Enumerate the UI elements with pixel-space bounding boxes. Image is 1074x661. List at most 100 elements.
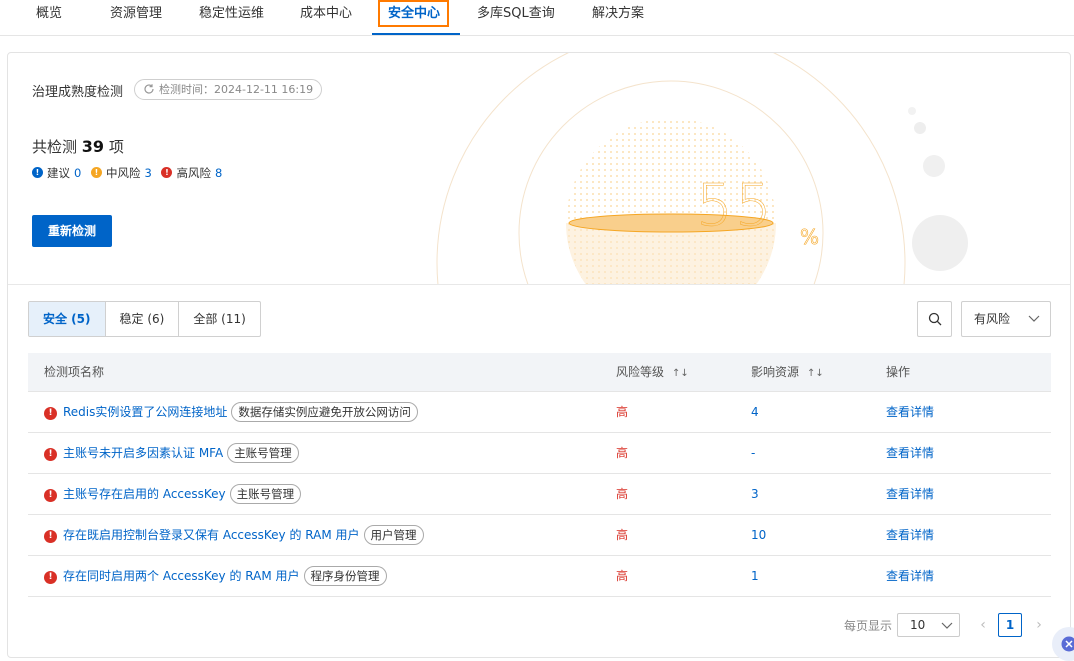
check-item-cell: ! Redis实例设置了公网连接地址 数据存储实例应避免开放公网访问 [44, 392, 418, 432]
check-item-cell: ! 主账号存在启用的 AccessKey 主账号管理 [44, 474, 302, 514]
governance-card: 55 % 治理成熟度检测 检测时间：2024-12-11 16:19 共检测 3… [7, 52, 1071, 658]
chevron-right-icon: › [1036, 617, 1042, 633]
view-details-link[interactable]: 查看详情 [886, 515, 934, 555]
tab-solutions[interactable]: 解决方案 [592, 0, 644, 36]
category-tag: 用户管理 [363, 525, 424, 545]
risk-suggestion: ! 建议 0 [32, 165, 81, 181]
view-details-link[interactable]: 查看详情 [886, 392, 934, 432]
total-checks: 共检测 39 项 [32, 136, 124, 157]
table-row: ! Redis实例设置了公网连接地址 数据存储实例应避免开放公网访问 高 4 查… [28, 392, 1051, 433]
filter-all[interactable]: 全部 (11) [179, 302, 259, 336]
risk-level: 高 [616, 569, 629, 583]
check-time-text: 检测时间：2024-12-11 16:19 [159, 83, 314, 96]
maturity-summary: 55 % 治理成熟度检测 检测时间：2024-12-11 16:19 共检测 3… [8, 53, 1070, 285]
high-risk-icon: ! [44, 447, 57, 461]
high-risk-icon: ! [44, 488, 57, 502]
check-item-cell: ! 主账号未开启多因素认证 MFA 主账号管理 [44, 433, 299, 473]
affected-resources-link[interactable]: 10 [751, 515, 766, 555]
tab-resource-management[interactable]: 资源管理 [110, 0, 162, 36]
active-tab-underline [372, 33, 460, 35]
alert-icon: ! [161, 167, 173, 178]
maturity-score-unit: % [800, 225, 820, 250]
tab-multi-db-sql[interactable]: 多库SQL查询 [477, 0, 555, 36]
category-tag: 数据存储实例应避免开放公网访问 [231, 402, 418, 422]
recheck-button[interactable]: 重新检测 [32, 215, 112, 247]
active-tab-highlight [378, 0, 449, 27]
high-risk-icon: ! [44, 570, 57, 584]
affected-resources-link[interactable]: - [751, 433, 755, 473]
category-tag: 主账号管理 [227, 443, 299, 463]
next-page-button[interactable]: › [1030, 613, 1048, 637]
risk-suggestion-count: 0 [74, 165, 82, 180]
page-size-value: 10 [910, 618, 926, 632]
risk-level: 高 [616, 446, 629, 460]
column-header-name: 检测项名称 [44, 365, 105, 379]
tab-cost-center[interactable]: 成本中心 [300, 0, 352, 36]
affected-resources-link[interactable]: 4 [751, 392, 759, 432]
table-row: ! 主账号未开启多因素认证 MFA 主账号管理 高 - 查看详情 [28, 433, 1051, 474]
search-icon [928, 312, 942, 326]
filter-security[interactable]: 安全 (5) [29, 302, 106, 336]
column-header-actions: 操作 [886, 365, 911, 379]
chevron-left-icon: ‹ [980, 617, 986, 633]
risk-suggestion-label: 建议 [47, 165, 70, 180]
view-details-link[interactable]: 查看详情 [886, 556, 934, 596]
total-checks-count: 39 [81, 137, 105, 156]
page-size-select[interactable]: 10 [897, 613, 960, 637]
view-details-link[interactable]: 查看详情 [886, 433, 934, 473]
sort-icon: ↑↓ [672, 368, 689, 379]
filter-stability[interactable]: 稳定 (6) [106, 302, 180, 336]
info-icon: ! [32, 167, 43, 178]
check-item-link[interactable]: 存在同时启用两个 AccessKey 的 RAM 用户 [63, 556, 300, 596]
maturity-gauge-graphic [436, 53, 968, 284]
risk-filter-value: 有风险 [974, 312, 1011, 326]
previous-page-button[interactable]: ‹ [974, 613, 992, 637]
risk-medium-count: 3 [144, 165, 152, 180]
refresh-icon [144, 84, 154, 94]
high-risk-icon: ! [44, 529, 57, 543]
top-nav: 概览 资源管理 稳定性运维 成本中心 安全中心 多库SQL查询 解决方案 [0, 0, 1074, 36]
column-header-resources-label: 影响资源 [751, 365, 800, 379]
column-header-level[interactable]: 风险等级 ↑↓ [616, 353, 689, 393]
risk-level: 高 [616, 487, 629, 501]
risk-summary: ! 建议 0 ! 中风险 3 ! 高风险 8 [32, 164, 228, 181]
total-checks-suffix: 项 [108, 138, 124, 156]
total-checks-prefix: 共检测 [32, 138, 78, 156]
check-items-table: 检测项名称 风险等级 ↑↓ 影响资源 ↑↓ 操作 ! Redis实例设置了公网连接地… [28, 353, 1051, 597]
risk-level: 高 [616, 528, 629, 542]
close-icon [1061, 636, 1074, 652]
table-header: 检测项名称 风险等级 ↑↓ 影响资源 ↑↓ 操作 [28, 353, 1051, 392]
affected-resources-link[interactable]: 3 [751, 474, 759, 514]
check-item-cell: ! 存在既启用控制台登录又保有 AccessKey 的 RAM 用户 用户管理 [44, 515, 424, 555]
table-row: ! 存在既启用控制台登录又保有 AccessKey 的 RAM 用户 用户管理 … [28, 515, 1051, 556]
affected-resources-link[interactable]: 1 [751, 556, 759, 596]
risk-level: 高 [616, 405, 629, 419]
column-header-resources[interactable]: 影响资源 ↑↓ [751, 353, 824, 393]
risk-filter-select[interactable]: 有风险 [961, 301, 1051, 337]
page-size-label: 每页显示 [844, 619, 893, 633]
category-tag: 程序身份管理 [303, 566, 387, 586]
table-row: ! 存在同时启用两个 AccessKey 的 RAM 用户 程序身份管理 高 1… [28, 556, 1051, 597]
category-tag: 主账号管理 [229, 484, 302, 504]
risk-medium-label: 中风险 [105, 165, 141, 180]
tab-stability-ops[interactable]: 稳定性运维 [199, 0, 264, 36]
maturity-score: 55 [696, 171, 774, 240]
check-item-link[interactable]: Redis实例设置了公网连接地址 [63, 392, 227, 432]
check-item-link[interactable]: 主账号存在启用的 AccessKey [63, 474, 226, 514]
check-item-link[interactable]: 主账号未开启多因素认证 MFA [63, 433, 223, 473]
search-button[interactable] [917, 301, 952, 337]
tab-overview[interactable]: 概览 [36, 0, 62, 36]
check-item-cell: ! 存在同时启用两个 AccessKey 的 RAM 用户 程序身份管理 [44, 556, 387, 596]
chevron-down-icon [1028, 315, 1040, 322]
sort-icon: ↑↓ [807, 368, 824, 379]
risk-high-label: 高风险 [176, 165, 211, 180]
check-item-link[interactable]: 存在既启用控制台登录又保有 AccessKey 的 RAM 用户 [63, 515, 360, 555]
maturity-title: 治理成熟度检测 [32, 85, 124, 100]
chevron-down-icon [941, 622, 953, 629]
view-details-link[interactable]: 查看详情 [886, 474, 934, 514]
risk-high: ! 高风险 8 [161, 165, 222, 181]
column-header-level-label: 风险等级 [616, 365, 665, 379]
page-number-button[interactable]: 1 [998, 613, 1022, 637]
warning-icon: ! [90, 167, 102, 178]
risk-high-count: 8 [214, 165, 223, 180]
